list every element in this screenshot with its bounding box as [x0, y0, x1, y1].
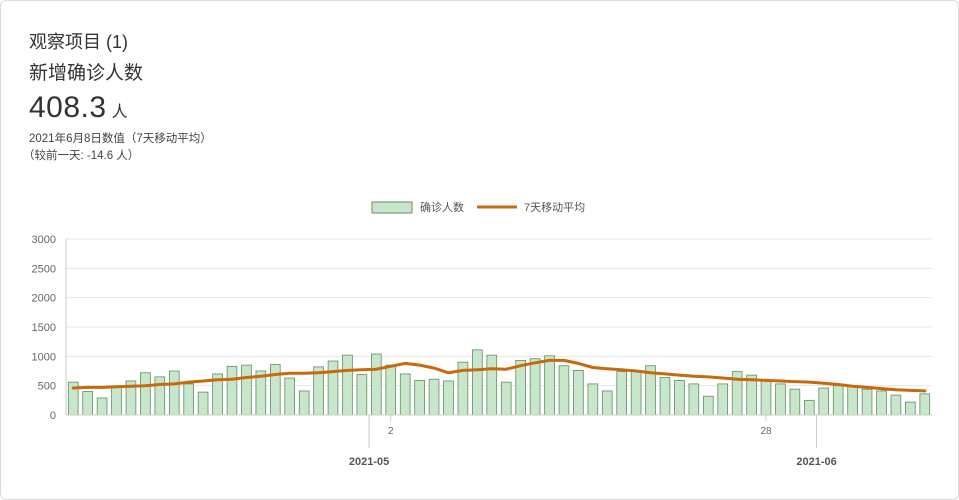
y-tick-label: 500: [38, 381, 56, 393]
bar: [168, 370, 180, 416]
chart-legend: 确诊人数 7天移动平均: [371, 200, 585, 214]
bar: [890, 394, 902, 416]
bar: [544, 355, 555, 416]
bar: [82, 391, 93, 416]
y-tick-label: 1000: [32, 351, 56, 363]
x-tick-label: 2: [388, 426, 394, 437]
bar: [919, 393, 931, 416]
line-series: [71, 358, 927, 393]
chart-grid: [66, 238, 932, 416]
bar: [183, 383, 194, 416]
bar: [226, 365, 238, 416]
bar: [500, 381, 512, 416]
bar: [342, 354, 353, 416]
bar: [818, 387, 830, 416]
bar: [573, 370, 584, 416]
bar: [284, 377, 296, 416]
bar: [688, 383, 700, 416]
bar: [111, 386, 122, 416]
bar: [269, 364, 281, 416]
y-axis: 0 500 1000 1500 2000 2500 3000: [32, 234, 67, 422]
bar: [804, 399, 815, 416]
bar: [558, 365, 570, 416]
bar: [630, 370, 642, 416]
x-major-tick-label: 2021-06: [796, 456, 836, 468]
bar: [399, 373, 411, 416]
bar: [760, 379, 772, 416]
bar: [472, 349, 483, 416]
bar: [140, 372, 151, 416]
bar: [298, 390, 310, 416]
legend-swatch-bars[interactable]: [371, 201, 413, 214]
y-tick-label: 1500: [32, 322, 56, 334]
bar: [414, 379, 425, 416]
bar: [789, 388, 801, 416]
bar: [197, 391, 209, 416]
legend-label-bars[interactable]: 确诊人数: [420, 200, 464, 214]
bar: [96, 397, 108, 416]
y-tick-label: 2000: [32, 293, 56, 305]
y-tick-label: 2500: [32, 263, 56, 275]
moving-average-line: [71, 358, 927, 393]
bar: [486, 354, 498, 416]
cases-chart: 确诊人数 7天移动平均 0 500 1000 1500 2000 2500 3000 2 28…: [32, 200, 932, 468]
bar: [356, 374, 368, 416]
bar: [861, 388, 873, 416]
bar: [674, 379, 685, 416]
bar: [775, 383, 786, 416]
bar: [659, 377, 671, 416]
bar: [529, 358, 541, 416]
bar: [371, 353, 382, 416]
legend-label-line[interactable]: 7天移动平均: [524, 201, 585, 214]
bar: [905, 401, 916, 416]
bar: [443, 380, 454, 416]
bar: [847, 385, 858, 416]
bar: [327, 360, 339, 416]
x-axis: 2 28 2021-05 2021-06: [66, 414, 932, 468]
bar: [601, 390, 613, 416]
bar: [154, 376, 166, 416]
bar: [616, 371, 627, 416]
y-tick-label: 0: [50, 410, 56, 422]
bar: [702, 395, 714, 416]
bar: [385, 364, 397, 416]
x-major-tick-label: 2021-05: [349, 456, 389, 468]
bar: [587, 383, 599, 416]
bar: [876, 390, 887, 416]
bar: [717, 383, 729, 416]
x-tick-label: 28: [760, 426, 772, 437]
bar: [428, 378, 440, 416]
y-tick-label: 3000: [32, 234, 56, 246]
bar: [241, 364, 252, 416]
bar: [515, 360, 526, 416]
bar: [832, 385, 844, 416]
